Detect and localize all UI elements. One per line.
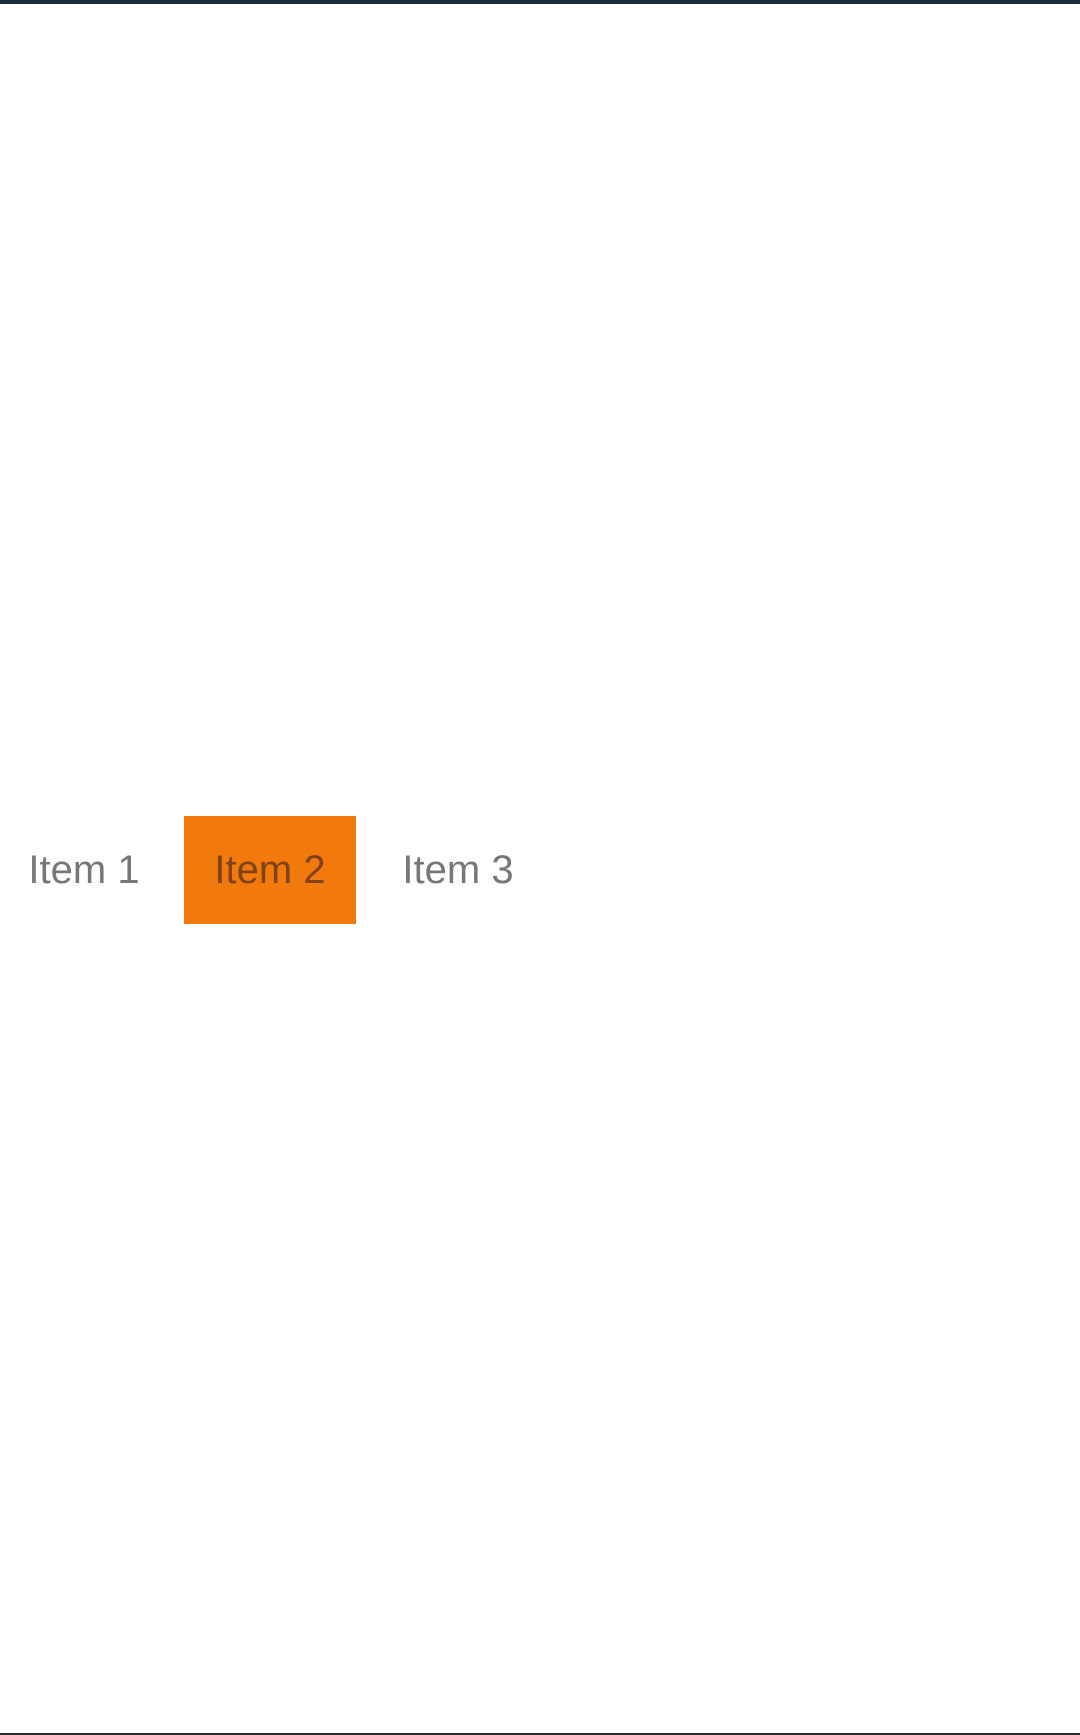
menu-bar: Item 1 Item 2 Item 3 [0,816,544,924]
menu-item-3[interactable]: Item 3 [372,816,544,924]
menu-item-1[interactable]: Item 1 [0,816,168,924]
menu-item-2[interactable]: Item 2 [184,816,356,924]
app-screen: Item 1 Item 2 Item 3 [0,0,1080,1735]
